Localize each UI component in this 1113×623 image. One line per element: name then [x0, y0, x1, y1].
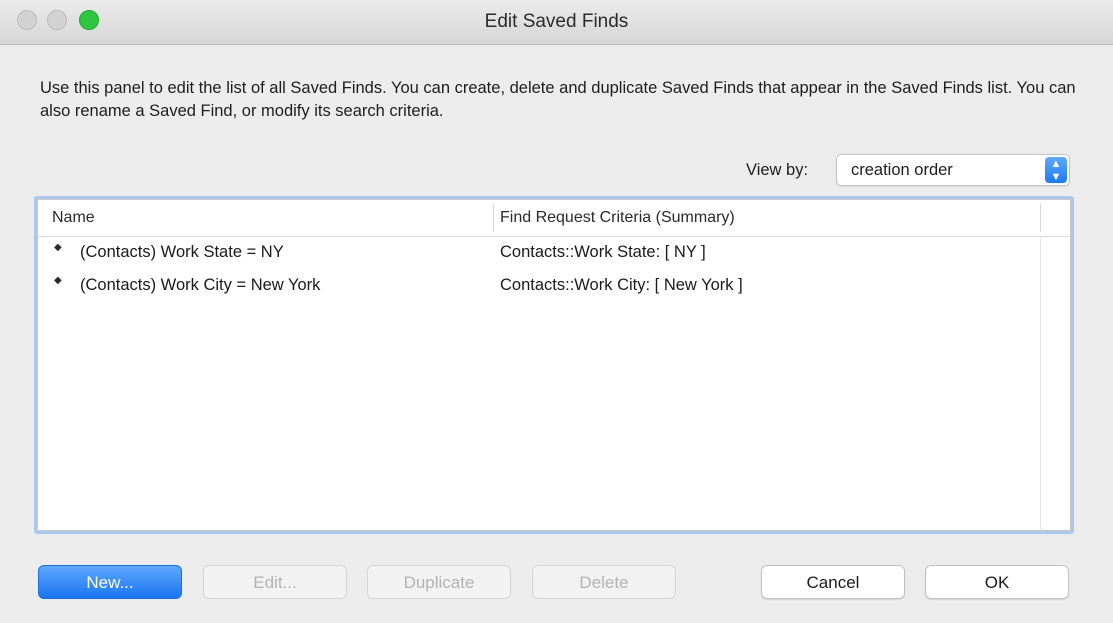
column-divider[interactable]: [1040, 204, 1041, 232]
saved-finds-table: Name Find Request Criteria (Summary) ◆ (…: [37, 199, 1071, 531]
edit-saved-finds-dialog: Edit Saved Finds Use this panel to edit …: [0, 0, 1113, 623]
cancel-button[interactable]: Cancel: [761, 565, 905, 599]
stepper-down-glyph: ▼: [1050, 171, 1062, 183]
view-by-select[interactable]: creation order ▲ ▼: [836, 154, 1070, 186]
title-bar: Edit Saved Finds: [0, 0, 1113, 45]
drag-handle-icon[interactable]: ◆: [54, 276, 62, 286]
drag-handle-icon[interactable]: ◆: [54, 243, 62, 253]
table-row[interactable]: ◆ (Contacts) Work City = New York Contac…: [38, 271, 1070, 301]
panel-description: Use this panel to edit the list of all S…: [40, 79, 1076, 120]
saved-find-name: (Contacts) Work State = NY: [80, 243, 284, 261]
column-header-name[interactable]: Name: [52, 209, 95, 227]
table-header: Name Find Request Criteria (Summary): [38, 200, 1070, 237]
saved-find-name: (Contacts) Work City = New York: [80, 276, 321, 294]
new-button[interactable]: New...: [38, 565, 182, 599]
saved-find-criteria: Contacts::Work State: [ NY ]: [500, 243, 706, 261]
column-divider[interactable]: [493, 204, 494, 232]
view-by-label: View by:: [746, 161, 809, 179]
stepper-up-glyph: ▲: [1050, 158, 1062, 170]
ok-button[interactable]: OK: [925, 565, 1069, 599]
saved-find-criteria: Contacts::Work City: [ New York ]: [500, 276, 743, 294]
saved-finds-list[interactable]: Name Find Request Criteria (Summary) ◆ (…: [34, 196, 1074, 534]
duplicate-button[interactable]: Duplicate: [367, 565, 511, 599]
delete-button[interactable]: Delete: [532, 565, 676, 599]
table-row[interactable]: ◆ (Contacts) Work State = NY Contacts::W…: [38, 238, 1070, 268]
edit-button[interactable]: Edit...: [203, 565, 347, 599]
view-by-selected-value: creation order: [851, 161, 953, 179]
column-header-criteria[interactable]: Find Request Criteria (Summary): [500, 209, 735, 227]
window-title: Edit Saved Finds: [484, 11, 629, 32]
popup-stepper-icon: ▲ ▼: [1045, 157, 1067, 183]
